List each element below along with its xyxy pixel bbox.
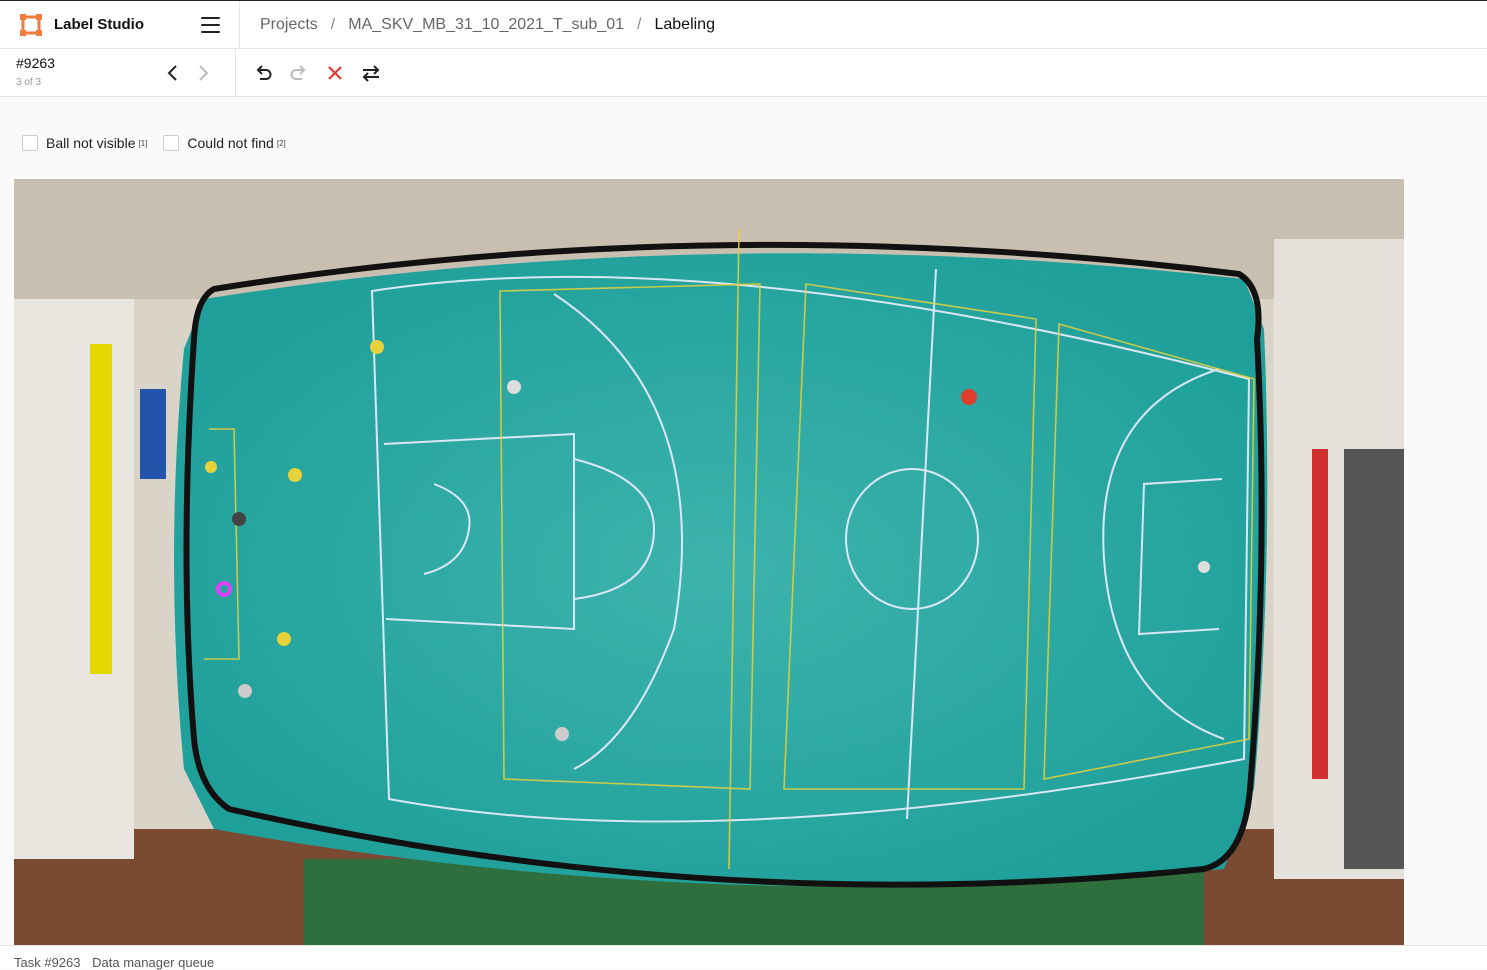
- labeling-toolbar: #9263 3 of 3: [0, 49, 1487, 97]
- swap-icon[interactable]: [359, 61, 383, 85]
- could-not-find-checkbox[interactable]: [163, 135, 180, 151]
- court-image: [14, 179, 1404, 945]
- choices-group: Ball not visible [1] Could not find [2]: [22, 135, 302, 151]
- top-header: Label Studio Projects / MA_SKV_MB_31_10_…: [0, 0, 1487, 49]
- breadcrumb-labeling: Labeling: [654, 15, 715, 33]
- previous-task-icon[interactable]: [161, 61, 185, 85]
- status-bar: Task #9263 Data manager queue: [0, 945, 1487, 970]
- label-studio-logo-icon: [20, 13, 42, 36]
- choice-could-not-find[interactable]: Could not find [2]: [163, 135, 286, 151]
- choice-hotkey: [1]: [138, 138, 148, 148]
- task-info: #9263 3 of 3: [0, 49, 236, 97]
- choice-ball-not-visible[interactable]: Ball not visible [1]: [22, 135, 147, 151]
- breadcrumb-project-name[interactable]: MA_SKV_MB_31_10_2021_T_sub_01: [348, 16, 624, 34]
- reset-icon[interactable]: [323, 61, 347, 85]
- undo-icon[interactable]: [251, 61, 275, 85]
- breadcrumb-projects[interactable]: Projects: [260, 16, 318, 34]
- choice-label: Could not find: [187, 135, 274, 151]
- ball-not-visible-checkbox[interactable]: [22, 135, 38, 151]
- breadcrumb-separator: /: [330, 15, 336, 33]
- app-name: Label Studio: [54, 15, 144, 33]
- redo-icon[interactable]: [287, 61, 311, 85]
- labeling-image[interactable]: [14, 179, 1404, 945]
- breadcrumb-separator: /: [637, 15, 642, 33]
- breadcrumb: Projects / MA_SKV_MB_31_10_2021_T_sub_01…: [240, 16, 715, 34]
- choice-hotkey: [2]: [276, 138, 286, 148]
- task-id: #9263: [16, 55, 55, 71]
- footer-task-label: Task #9263: [14, 955, 81, 970]
- task-position: 3 of 3: [16, 77, 42, 88]
- footer-queue-label: Data manager queue: [92, 955, 215, 970]
- choice-label: Ball not visible: [46, 135, 136, 151]
- menu-icon[interactable]: [201, 16, 220, 33]
- next-task-icon[interactable]: [191, 61, 215, 85]
- brand[interactable]: Label Studio: [0, 0, 240, 49]
